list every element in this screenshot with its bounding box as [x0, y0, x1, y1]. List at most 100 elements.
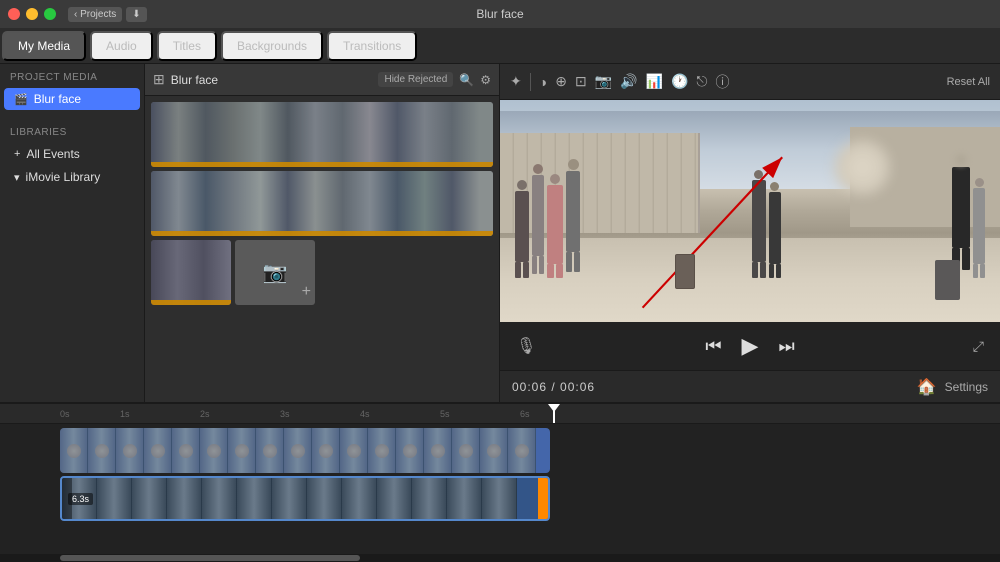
clock-icon[interactable]: 🕐: [671, 73, 688, 90]
fullscreen-button[interactable]: [44, 8, 56, 20]
frame-4: [167, 478, 202, 519]
ruler-mark-6: 6s: [520, 409, 530, 419]
frame-3: [132, 478, 167, 519]
search-button[interactable]: 🔍: [459, 73, 474, 87]
info-icon[interactable]: ⓘ: [716, 72, 730, 92]
upper-filmstrip: [60, 428, 550, 473]
upper-frame-9: [284, 428, 312, 473]
upper-frame-13: [396, 428, 424, 473]
track-right-handle[interactable]: [538, 478, 548, 519]
main-video-track[interactable]: 6.3s: [60, 476, 550, 521]
upper-frame-16: [480, 428, 508, 473]
tab-audio[interactable]: Audio: [90, 31, 153, 61]
luggage: [675, 254, 695, 289]
play-button[interactable]: ▶: [742, 333, 759, 359]
media-clip-2[interactable]: [151, 171, 493, 236]
camera-icon[interactable]: 📷: [595, 73, 612, 90]
frame-13: [482, 478, 517, 519]
skip-forward-button[interactable]: ⏭: [778, 336, 794, 357]
timeline-scrollbar[interactable]: [0, 554, 1000, 562]
microphone-icon[interactable]: 🎙: [516, 336, 536, 356]
scrollbar-thumb[interactable]: [60, 555, 360, 561]
main-content: PROJECT MEDIA 🎬 Blur face LIBRARIES + Al…: [0, 64, 1000, 402]
tab-titles[interactable]: Titles: [157, 31, 217, 61]
crop-icon[interactable]: ⊡: [575, 73, 587, 90]
share-icon[interactable]: ⎋: [696, 73, 707, 90]
minimize-button[interactable]: [26, 8, 38, 20]
person-1: [515, 180, 529, 278]
tab-transitions[interactable]: Transitions: [327, 31, 417, 61]
share-button[interactable]: ⬇: [126, 7, 146, 22]
grid-view-button[interactable]: ⊞: [153, 71, 165, 88]
reset-all-button[interactable]: Reset All: [947, 76, 990, 88]
media-row-2: [151, 171, 493, 236]
hide-rejected-button[interactable]: Hide Rejected: [378, 72, 453, 87]
overlay-icon[interactable]: ⊕: [555, 73, 567, 90]
settings-bar: 00:06 / 00:06 🏠 Settings: [500, 370, 1000, 402]
ruler-mark-4: 4s: [360, 409, 370, 419]
home-icon: 🏠: [917, 377, 937, 397]
ruler-mark-2: 2s: [200, 409, 210, 419]
preview-toolbar: ✦ ◑ ⊕ ⊡ 📷 🔊 📊 🕐 ⎋ ⓘ Reset All: [500, 64, 1000, 100]
tab-backgrounds[interactable]: Backgrounds: [221, 31, 323, 61]
effect-track[interactable]: [60, 428, 550, 473]
upper-frame-7: [228, 428, 256, 473]
projects-back-button[interactable]: ‹ Projects: [68, 7, 122, 22]
timeline-tracks: 6.3s: [0, 424, 1000, 554]
settings-button[interactable]: Settings: [945, 380, 988, 394]
imovie-library-label: iMovie Library: [26, 170, 101, 184]
titlebar-nav: ‹ Projects ⬇: [68, 7, 147, 22]
preview-toolbar-right: Reset All: [947, 76, 990, 88]
ruler-mark-5: 5s: [440, 409, 450, 419]
titlebar: ‹ Projects ⬇ Blur face: [0, 0, 1000, 28]
media-panel: ⊞ Blur face Hide Rejected 🔍 ⚙: [145, 64, 500, 402]
media-settings-button[interactable]: ⚙: [480, 73, 491, 87]
skip-back-button[interactable]: ⏮: [705, 336, 721, 357]
media-panel-title: Blur face: [171, 73, 373, 87]
time-display: 00:06 / 00:06: [512, 380, 595, 394]
upper-frame-14: [424, 428, 452, 473]
frame-12: [447, 478, 482, 519]
frame-9: [342, 478, 377, 519]
traffic-lights: [8, 8, 56, 20]
sidebar-blur-face-label: Blur face: [34, 92, 81, 106]
all-events-label: All Events: [26, 147, 79, 161]
sidebar-item-blur-face[interactable]: 🎬 Blur face: [4, 88, 140, 110]
person-7: [952, 154, 970, 270]
upper-frame-12: [368, 428, 396, 473]
fullscreen-icon[interactable]: ⤢: [973, 338, 984, 355]
triangle-icon: ▾: [14, 171, 20, 184]
sidebar-item-all-events[interactable]: + All Events: [4, 143, 140, 165]
media-clip-3[interactable]: [151, 240, 231, 305]
sidebar-item-imovie-library[interactable]: ▾ iMovie Library: [4, 166, 140, 188]
video-filmstrip: [62, 478, 548, 519]
media-clip-placeholder[interactable]: 📷 +: [235, 240, 315, 305]
person-5: [752, 170, 766, 277]
frame-2: [97, 478, 132, 519]
close-button[interactable]: [8, 8, 20, 20]
person-2: [532, 164, 544, 274]
audio-icon[interactable]: 🔊: [620, 73, 637, 90]
pointer-icon[interactable]: ✦: [510, 73, 522, 90]
window-title: Blur face: [476, 7, 523, 21]
upper-frame-4: [144, 428, 172, 473]
timeline-ruler: 0s 1s 2s 3s 4s 5s 6s: [0, 404, 1000, 424]
libraries-section: LIBRARIES + All Events ▾ iMovie Library: [0, 119, 144, 189]
project-media-label: PROJECT MEDIA: [0, 64, 144, 87]
video-frame: [500, 100, 1000, 322]
frame-11: [412, 478, 447, 519]
media-toolbar: ⊞ Blur face Hide Rejected 🔍 ⚙: [145, 64, 499, 96]
tab-my-media[interactable]: My Media: [2, 31, 86, 61]
timeline-playhead[interactable]: [553, 404, 555, 423]
chart-icon[interactable]: 📊: [646, 73, 663, 90]
ruler-mark-1: 1s: [120, 409, 130, 419]
color-correct-icon[interactable]: ◑: [539, 74, 547, 90]
libraries-label: LIBRARIES: [0, 119, 144, 142]
person-6: [769, 182, 781, 277]
person-3: [547, 174, 563, 278]
playback-controls: 🎙 ⏮ ▶ ⏭ ⤢: [500, 322, 1000, 370]
media-clip-1[interactable]: [151, 102, 493, 167]
person-4: [566, 159, 580, 271]
ruler-mark-3: 3s: [280, 409, 290, 419]
frame-6: [237, 478, 272, 519]
